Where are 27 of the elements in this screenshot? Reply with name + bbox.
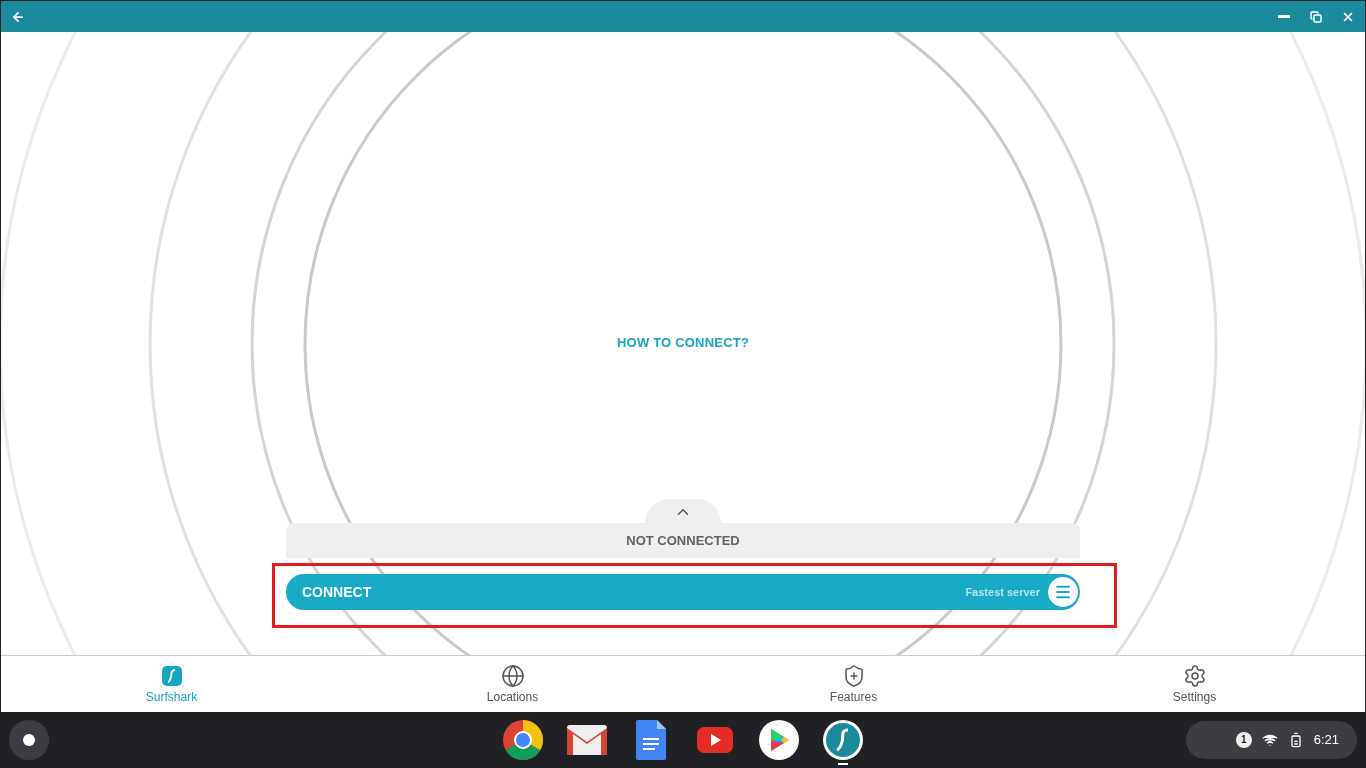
browser-icon <box>503 719 543 760</box>
document-icon <box>636 719 666 760</box>
notification-count: 1 <box>1235 731 1252 748</box>
active-indicator <box>838 762 848 765</box>
menu-icon <box>1054 583 1072 601</box>
nav-tab-label: Surfshark <box>145 690 198 704</box>
launcher-button[interactable] <box>9 719 49 760</box>
restore-icon <box>1310 10 1322 23</box>
nav-tab[interactable]: Locations <box>342 656 683 712</box>
shark-logo-icon <box>823 719 863 760</box>
shark-logo-icon <box>159 664 184 688</box>
nav-tab-label: Settings <box>1172 690 1217 704</box>
server-label: Fastest server <box>965 586 1040 598</box>
nav-tab[interactable]: Features <box>683 656 1024 712</box>
status-tray[interactable]: 1 6:21 <box>1185 720 1357 759</box>
nav-tab[interactable]: Settings <box>1024 656 1365 712</box>
nav-tab-label: Locations <box>486 690 539 704</box>
clock-time: 6:21 <box>1313 732 1339 747</box>
circle-icon <box>22 732 36 747</box>
nav-tab-label: Features <box>829 690 878 704</box>
connection-status: NOT CONNECTED <box>286 523 1080 558</box>
minimize-icon <box>1278 15 1290 18</box>
globe-icon <box>500 664 525 688</box>
server-menu-button[interactable] <box>1048 577 1078 607</box>
settings-icon <box>1182 664 1207 688</box>
mail-icon <box>566 723 608 756</box>
video-play-icon <box>697 726 733 753</box>
